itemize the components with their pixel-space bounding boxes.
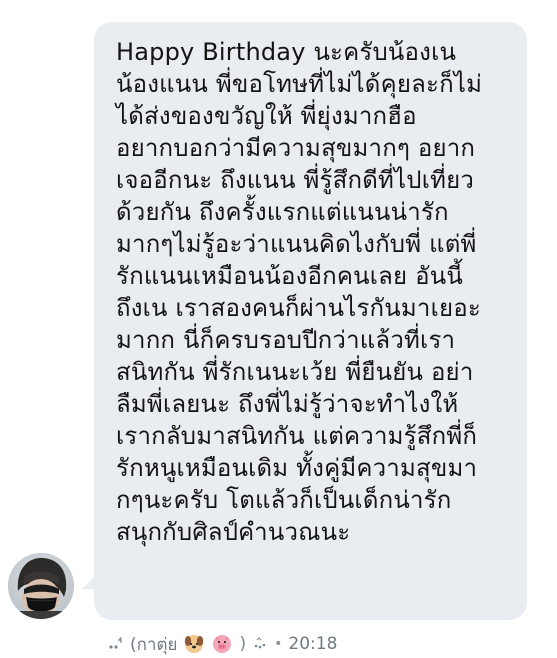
message-line: เจออีกนะ ถึงแนน พี่รู้สึกดีที่ไปเที่ยว (116, 166, 475, 194)
message-line: สนุกกับศิลป์คำนวณนะ (116, 518, 351, 546)
meta-separator: • (274, 636, 283, 652)
sender-name: (กาตุ่ย (130, 634, 178, 655)
message-line: Happy Birthday นะครับน้องเน (116, 38, 457, 66)
message-line: เรากลับมาสนิทกัน แต่ความรู้สึกพี่ก็ (116, 422, 478, 450)
avatar-image (8, 553, 74, 619)
message-line: กๆนะครับ โตแล้วก็เป็นเด็กน่ารัก (116, 486, 452, 514)
message-line: ด้วยกัน ถึงครั้งแรกแต่แนนน่ารัก (116, 198, 449, 226)
message-line: มากๆไม่รู้อะว่าแนนคิดไงกับพี่ แต่พี่ (116, 230, 477, 258)
message-text: Happy Birthday นะครับน้องเน น้องแนน พี่ข… (116, 36, 511, 548)
message-line: น้องแนน พี่ขอโทษที่ไม่ได้คุยละก็ไม่ (116, 70, 483, 98)
bubble-tail (82, 575, 96, 589)
pig-emoji (211, 633, 233, 655)
message-line: รักหนูเหมือนเดิม ทั้งคู่มีความสุขมา (116, 454, 478, 482)
avatar[interactable] (8, 553, 74, 619)
message-line: ได้ส่งของขวัญให้ พี่ยุ่งมากฮือ (116, 102, 417, 130)
message-line: ลืมพี่เลยนะ ถึงพี่ไม่รู้ว่าจะทำไงให้ (116, 390, 459, 418)
message-timestamp: 20:18 (288, 634, 338, 654)
message-line: สนิทกัน พี่รักเนนะเว้ย พี่ยืนยัน อย่า (116, 358, 474, 386)
sender-suffix: ) (239, 634, 247, 654)
message-meta: (กาตุ่ย ) • 20:18 (108, 632, 337, 656)
message-line: อยากบอกว่ามีความสุขมากๆ อยาก (116, 134, 476, 162)
message-line: ถึงเน เราสองคนก็ผ่านไรกันมาเยอะ (116, 294, 481, 322)
sparkle-icon (252, 636, 268, 652)
message-bubble[interactable]: Happy Birthday นะครับน้องเน น้องแนน พี่ข… (94, 22, 527, 620)
sparkle-icon (108, 636, 124, 652)
dog-emoji (183, 633, 205, 655)
message-line: มากก นี่ก็ครบรอบปีกว่าแล้วที่เรา (116, 326, 456, 354)
message-line: รักแนนเหมือนน้องอีกคนเลย อันนี้ (116, 262, 463, 290)
